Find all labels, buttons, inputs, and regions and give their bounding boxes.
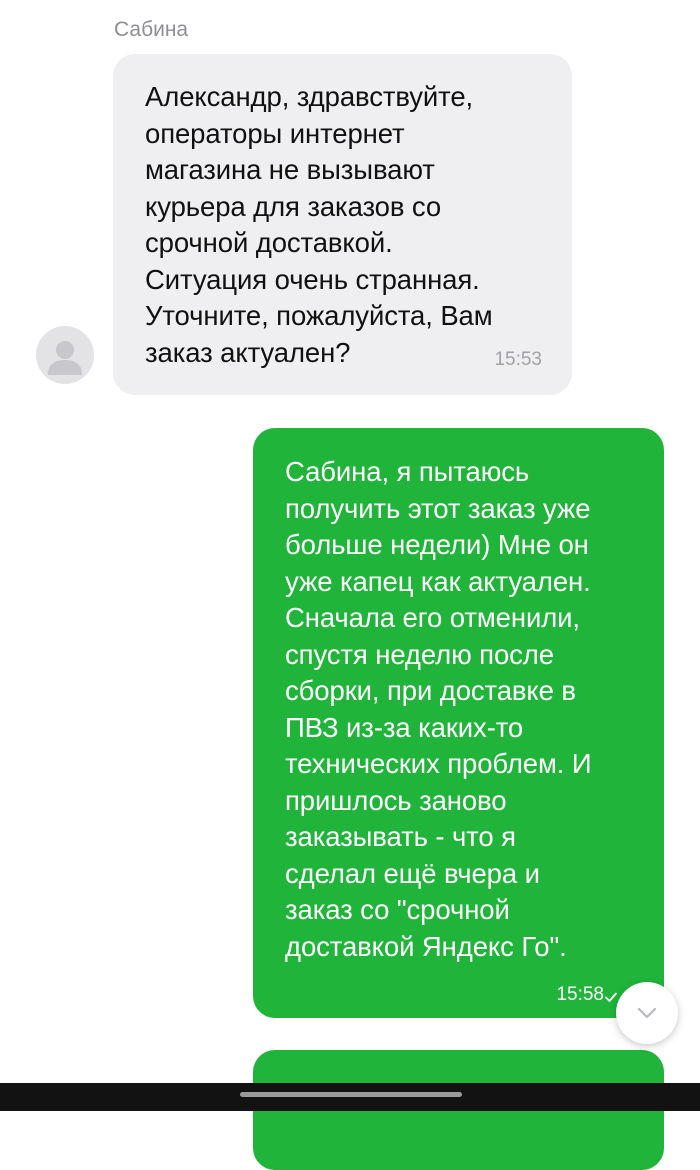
outgoing-message-bubble[interactable]: Сабина, я пытаюсь получить этот заказ уж…	[253, 428, 664, 1018]
incoming-message-time: 15:53	[494, 349, 542, 370]
system-navigation-bar	[0, 1083, 700, 1111]
outgoing-message-time: 15:58	[556, 984, 604, 1005]
chevron-down-icon	[637, 1007, 657, 1019]
home-gesture-handle[interactable]	[240, 1092, 462, 1097]
outgoing-message-text: Сабина, я пытаюсь получить этот заказ уж…	[285, 456, 592, 962]
incoming-message-bubble[interactable]: Александр, здравствуйте, операторы интер…	[113, 54, 572, 395]
scroll-to-bottom-button[interactable]	[616, 982, 678, 1044]
check-icon	[605, 992, 617, 1002]
sender-avatar[interactable]	[36, 326, 94, 384]
sender-name: Сабина	[114, 18, 189, 41]
incoming-message-text: Александр, здравствуйте, операторы интер…	[145, 81, 493, 368]
user-silhouette-icon	[48, 341, 82, 375]
